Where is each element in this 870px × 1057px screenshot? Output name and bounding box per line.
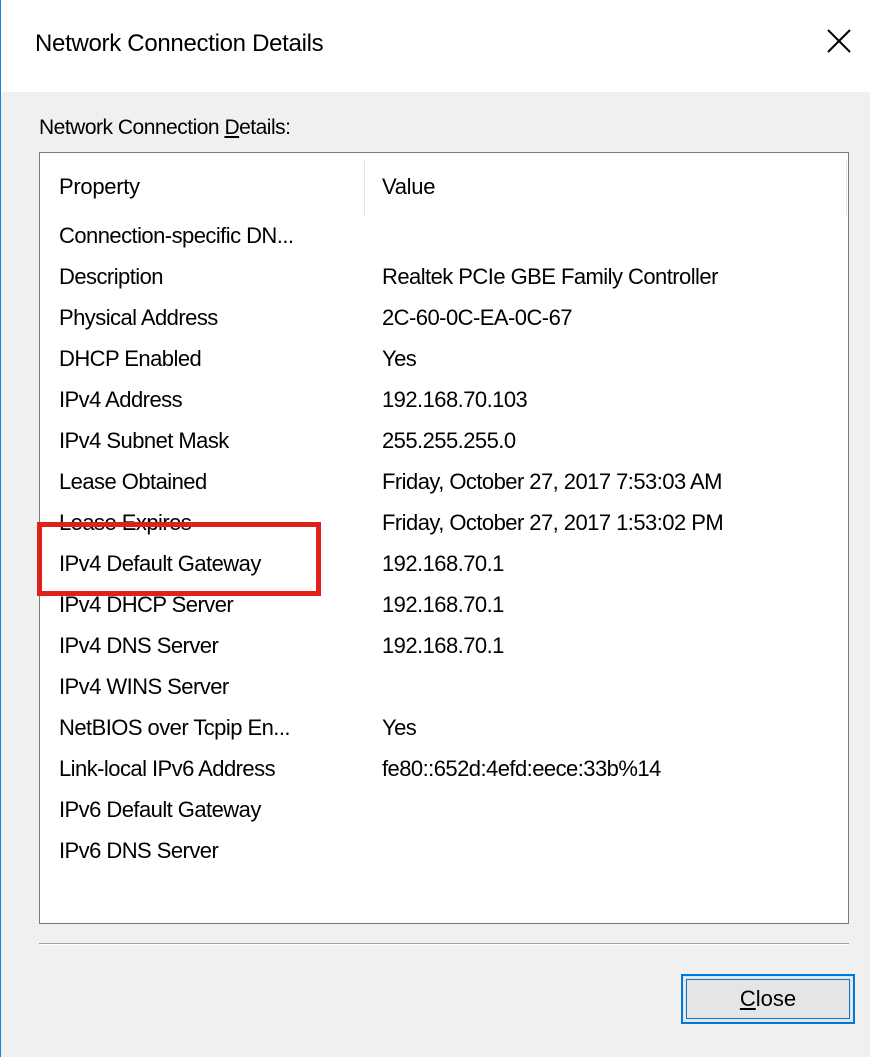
property-cell: IPv4 Subnet Mask [59,428,229,453]
list-item[interactable]: IPv4 DNS Server 192.168.70.1 [40,627,848,668]
window-title: Network Connection Details [35,30,324,57]
property-cell: Lease Expires [59,510,192,535]
column-divider[interactable] [364,161,365,215]
close-button[interactable]: Close [681,974,855,1024]
property-cell: DHCP Enabled [59,346,202,371]
value-cell: Realtek PCIe GBE Family Controller [382,264,718,289]
group-label-pre: Network Connection [39,116,225,139]
value-cell: 192.168.70.103 [382,387,528,412]
details-group-label: Network Connection Details: [39,116,291,140]
list-item[interactable]: IPv4 Default Gateway 192.168.70.1 [40,545,848,586]
property-cell: Lease Obtained [59,469,207,494]
property-cell: Physical Address [59,305,218,330]
property-cell: NetBIOS over Tcpip En... [59,715,291,740]
column-divider[interactable] [846,161,847,215]
list-item[interactable]: Link-local IPv6 Address fe80::652d:4efd:… [40,750,848,791]
value-cell: Yes [382,715,417,740]
property-cell: IPv4 WINS Server [59,674,229,699]
property-cell: IPv4 Address [59,387,183,412]
list-item[interactable]: DHCP Enabled Yes [40,340,848,381]
property-cell: IPv4 DNS Server [59,633,219,658]
list-item[interactable]: Connection-specific DN... [40,217,848,258]
value-cell: 192.168.70.1 [382,633,504,658]
value-cell: 255.255.255.0 [382,428,516,453]
property-cell: IPv4 DHCP Server [59,592,234,617]
value-cell: fe80::652d:4efd:eece:33b%14 [382,756,661,781]
focus-rect [686,979,850,1019]
list-item[interactable]: IPv4 WINS Server [40,668,848,709]
list-item[interactable]: Lease Obtained Friday, October 27, 2017 … [40,463,848,504]
list-item[interactable]: Physical Address 2C-60-0C-EA-0C-67 [40,299,848,340]
property-cell: Description [59,264,164,289]
list-item[interactable]: IPv4 Subnet Mask 255.255.255.0 [40,422,848,463]
property-cell: Link-local IPv6 Address [59,756,276,781]
value-cell: Friday, October 27, 2017 1:53:02 PM [382,510,724,535]
title-bar: Network Connection Details [1,0,870,92]
property-cell: IPv4 Default Gateway [59,551,261,576]
divider [39,943,849,945]
group-label-post: etails: [239,116,291,139]
property-cell: Connection-specific DN... [59,223,294,248]
list-item[interactable]: Lease Expires Friday, October 27, 2017 1… [40,504,848,545]
column-header-value[interactable]: Value [382,174,435,200]
column-header-property[interactable]: Property [59,174,140,200]
group-label-mnemonic: D [224,116,240,139]
network-connection-details-dialog: Network Connection Details Network Conne… [0,0,870,1057]
list-item[interactable]: IPv4 DHCP Server 192.168.70.1 [40,586,848,627]
value-cell: 2C-60-0C-EA-0C-67 [382,305,573,330]
list-item[interactable]: NetBIOS over Tcpip En... Yes [40,709,848,750]
details-list[interactable]: Property Value Connection-specific DN...… [39,152,849,924]
property-cell: IPv6 DNS Server [59,838,219,863]
list-item[interactable]: IPv4 Address 192.168.70.103 [40,381,848,422]
list-item[interactable]: IPv6 Default Gateway [40,791,848,832]
close-icon[interactable] [822,24,856,58]
value-cell: Yes [382,346,417,371]
value-cell: 192.168.70.1 [382,551,504,576]
list-item[interactable]: IPv6 DNS Server [40,832,848,873]
value-cell: Friday, October 27, 2017 7:53:03 AM [382,469,722,494]
list-item[interactable]: Description Realtek PCIe GBE Family Cont… [40,258,848,299]
property-cell: IPv6 Default Gateway [59,797,261,822]
value-cell: 192.168.70.1 [382,592,504,617]
list-header: Property Value [40,153,848,215]
